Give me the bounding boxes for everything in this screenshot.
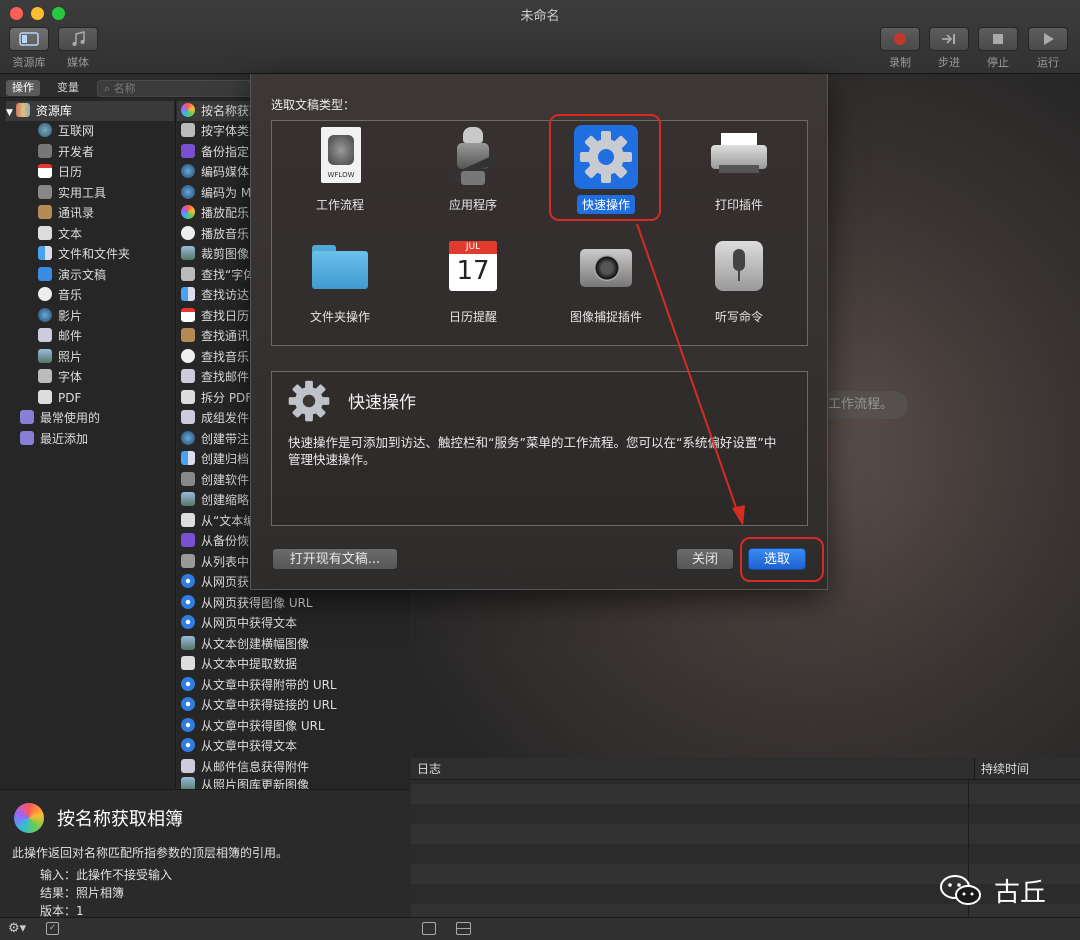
annotation-arrow: [636, 223, 745, 526]
watermark: 古丘: [938, 872, 1046, 909]
automator-window: 未命名 资源库 媒体 录制 步进 停止 运行 操作 变量 ⌕ 名称 ▼ 资源库 …: [0, 0, 1080, 940]
wechat-icon: [940, 874, 981, 905]
watermark-text: 古丘: [994, 878, 1047, 908]
